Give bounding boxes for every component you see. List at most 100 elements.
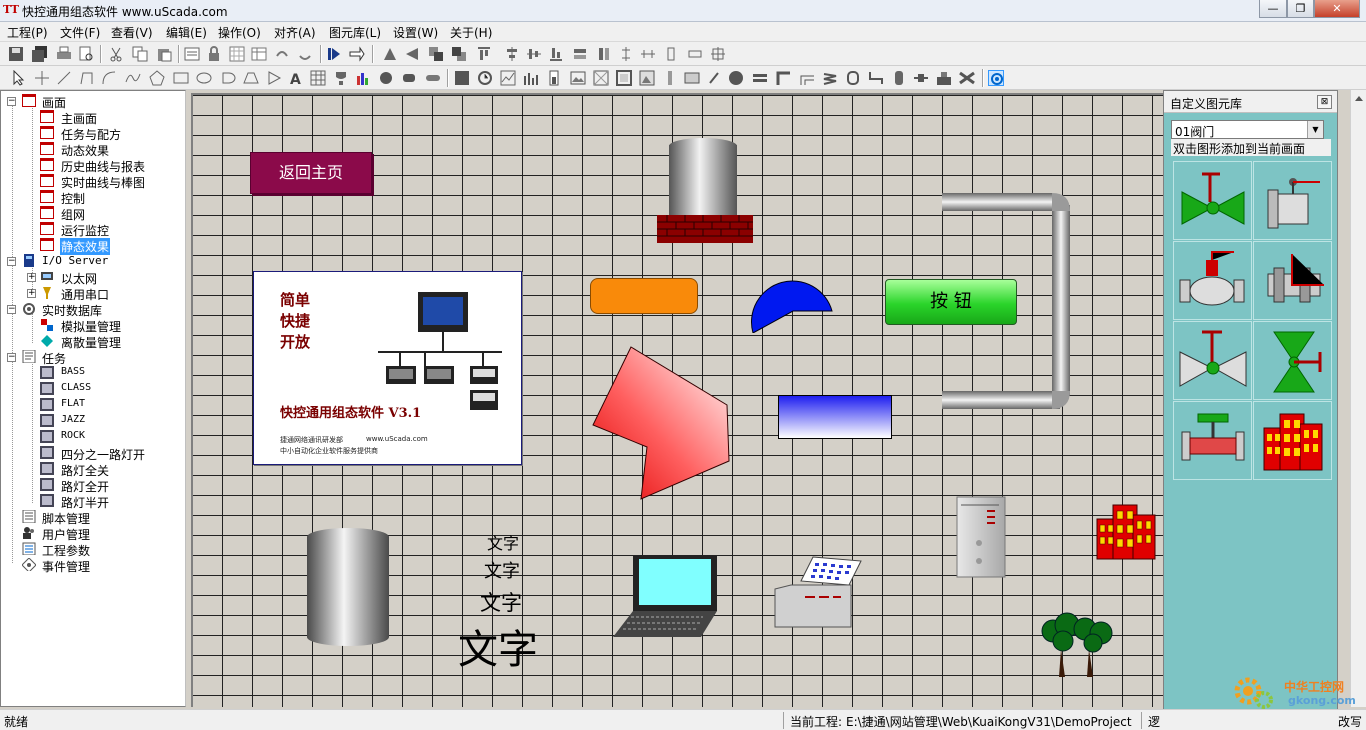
library-icon[interactable] [988,70,1004,86]
printer-icon[interactable] [773,555,865,631]
product-banner[interactable]: 简单 快捷 开放 快控通用组态软件 V3.1 捷通网络通讯研发部 www.uSc… [253,271,522,465]
block-icon[interactable] [454,70,470,86]
fan-icon[interactable] [959,70,975,86]
print-icon[interactable] [56,46,72,62]
cabinet-device[interactable] [955,495,1009,579]
text-icon[interactable]: A [288,70,304,86]
tank-on-bricks[interactable] [655,137,755,247]
save-icon[interactable] [8,46,24,62]
scroll-up-icon[interactable] [1354,94,1364,102]
gauge-icon[interactable] [546,70,562,86]
design-canvas[interactable]: 返回主页 按 钮 简单 快捷 开放 快控通用组态软件 V3.1 捷通网络通讯研发… [191,93,1163,707]
frame-icon[interactable] [616,70,632,86]
minimize-button[interactable]: — [1259,0,1287,18]
laptop-icon[interactable] [611,553,721,639]
pipe-icon[interactable] [425,70,441,86]
table-draw-icon[interactable] [310,70,326,86]
valve-small-icon[interactable] [868,70,884,86]
lock-icon[interactable] [206,46,222,62]
switch-toggle-icon[interactable] [706,70,722,86]
send-back-icon[interactable] [451,46,467,62]
align-right-icon[interactable] [404,46,420,62]
properties-icon[interactable] [184,46,200,62]
pipe-corner-icon[interactable] [775,70,791,86]
pipe-elbow[interactable] [938,191,1078,413]
rectangle-icon[interactable] [173,70,189,86]
grid-icon[interactable] [229,46,245,62]
switch-icon[interactable] [349,46,365,62]
pointer-icon[interactable] [11,70,27,86]
picture-icon[interactable] [639,70,655,86]
close-button[interactable]: ✕ [1314,0,1360,18]
library-item-control-valve[interactable] [1173,401,1252,480]
text-sample-medium[interactable]: 文字 [484,557,520,583]
center-v-icon[interactable] [663,46,679,62]
library-item-gate-valve[interactable] [1173,161,1252,240]
triangle-icon[interactable] [266,70,282,86]
image-icon[interactable] [570,70,586,86]
trapezoid-icon[interactable] [243,70,259,86]
paste-icon[interactable] [156,46,172,62]
space-h-icon[interactable] [640,46,656,62]
blue-gradient-rect[interactable] [778,395,892,439]
panel-close-button[interactable]: ⊠ [1317,95,1332,109]
restore-button[interactable]: ❐ [1287,0,1314,18]
hbar-icon[interactable] [752,70,768,86]
lamp-icon[interactable] [728,70,744,86]
spring-icon[interactable] [822,70,838,86]
round-rect-icon[interactable] [401,70,417,86]
align-top-icon[interactable] [476,46,492,62]
trend-icon[interactable] [500,70,516,86]
connector-icon[interactable] [913,70,929,86]
library-category-select[interactable]: 01阀门 ▼ [1171,120,1324,139]
cylinder-tank[interactable] [305,527,391,647]
text-sample-small[interactable]: 文字 [487,530,519,554]
orange-rounded-rect[interactable] [590,278,698,314]
trophy-icon[interactable] [333,70,349,86]
same-height-icon[interactable] [596,46,612,62]
home-button[interactable]: 返回主页 [250,152,372,194]
menu-settings[interactable]: 设置(W) [391,24,440,41]
bar-icon[interactable] [523,70,539,86]
polyline-icon[interactable] [79,70,95,86]
clock-icon[interactable] [477,70,493,86]
redo-icon[interactable] [297,46,313,62]
center-both-icon[interactable] [710,46,726,62]
slider-icon[interactable] [662,70,678,86]
align-left-icon[interactable] [382,46,398,62]
push-button[interactable]: 按 钮 [885,279,1017,325]
library-item-ball-valve[interactable] [1173,321,1252,400]
cylinder-icon[interactable] [891,70,907,86]
blue-pie-shape[interactable] [749,267,833,333]
menu-edit[interactable]: 编辑(E) [164,24,209,41]
menu-file[interactable]: 文件(F) [58,24,102,41]
ellipse-icon[interactable] [196,70,212,86]
run-icon[interactable] [326,46,342,62]
chart-icon[interactable] [355,70,371,86]
menu-library[interactable]: 图元库(L) [327,24,383,41]
text-sample-xlarge[interactable]: 文字 [458,617,538,675]
menu-align[interactable]: 对齐(A) [272,24,318,41]
menu-about[interactable]: 关于(H) [448,24,494,41]
table-icon[interactable] [251,46,267,62]
button-icon[interactable] [684,70,700,86]
line-icon[interactable] [56,70,72,86]
save-all-icon[interactable] [32,46,48,62]
curve-icon[interactable] [125,70,141,86]
undo-icon[interactable] [274,46,290,62]
menu-project[interactable]: 工程(P) [5,24,50,41]
circle-fill-icon[interactable] [378,70,394,86]
align-bottom-icon[interactable] [548,46,564,62]
center-h-icon[interactable] [687,46,703,62]
vertical-scrollbar[interactable] [1350,90,1366,707]
same-width-icon[interactable] [572,46,588,62]
library-item-building[interactable] [1253,401,1332,480]
cross-icon[interactable] [34,70,50,86]
bring-front-icon[interactable] [428,46,444,62]
polygon-icon[interactable] [149,70,165,86]
cut-icon[interactable] [108,46,124,62]
building-icon[interactable] [1095,503,1157,561]
library-item-butterfly-valve[interactable] [1253,161,1332,240]
arc-icon[interactable] [101,70,117,86]
chevron-down-icon[interactable]: ▼ [1307,121,1323,138]
